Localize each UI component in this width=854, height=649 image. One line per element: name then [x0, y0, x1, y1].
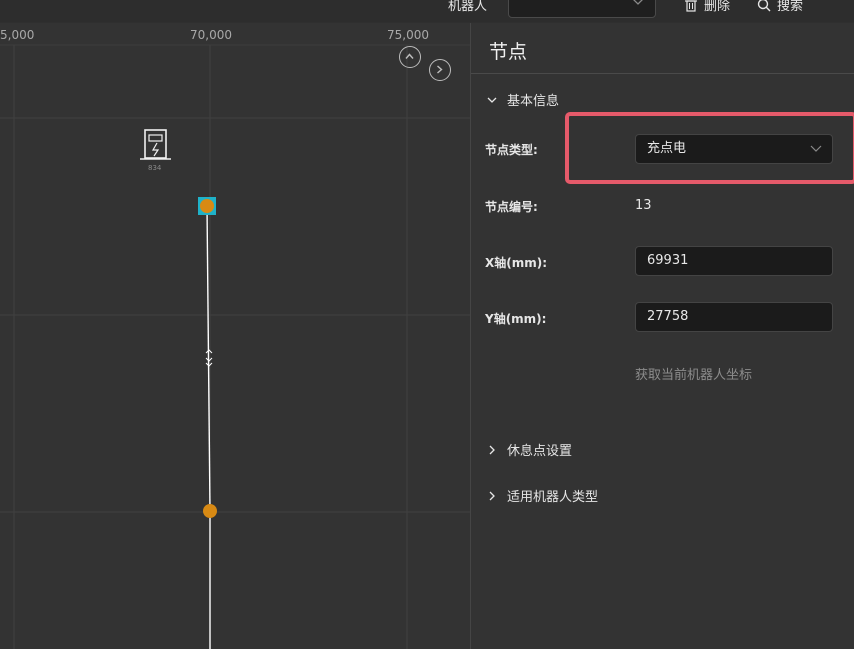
panel-title: 节点: [489, 41, 528, 63]
robot-type-label: 适用机器人类型: [507, 490, 599, 505]
selected-node[interactable]: [200, 199, 214, 213]
top-toolbar: 机器人 删除 搜索: [0, 0, 854, 22]
chevron-up-icon: [405, 53, 414, 59]
chevron-right-icon: [437, 65, 443, 74]
search-label: 搜索: [777, 0, 804, 14]
y-axis-label: Y轴(mm):: [485, 312, 547, 326]
node-id-label: 节点编号:: [485, 200, 538, 214]
charging-station-icon[interactable]: [140, 129, 171, 160]
rest-point-label: 休息点设置: [507, 444, 573, 459]
robot-type-toggle[interactable]: 适用机器人类型: [487, 486, 598, 505]
x-axis-label: X轴(mm):: [485, 256, 548, 270]
robot-label: 机器人: [448, 0, 488, 14]
chevron-right-icon: [489, 445, 495, 454]
map-canvas[interactable]: 5,000 70,000 75,000 834: [0, 23, 470, 649]
title-divider: [471, 73, 854, 74]
scroll-up-button[interactable]: [399, 46, 421, 68]
robot-select[interactable]: [508, 0, 656, 18]
trash-icon: [685, 0, 697, 12]
search-button[interactable]: 搜索: [757, 0, 803, 14]
basic-info-toggle[interactable]: 基本信息: [487, 90, 559, 109]
x-axis-value: 69931: [647, 253, 689, 268]
station-label: 834: [148, 164, 162, 172]
chevron-down-icon: [633, 0, 643, 5]
rest-point-toggle[interactable]: 休息点设置: [487, 440, 572, 459]
y-axis-value: 27758: [647, 309, 689, 324]
delete-button[interactable]: 删除: [684, 0, 730, 14]
map-drawing: [0, 44, 470, 649]
chevron-right-icon: [489, 491, 495, 500]
scroll-right-button[interactable]: [429, 59, 451, 81]
properties-panel: 节点 基本信息 节点类型: 充点电 节点编号: 13 X轴(mm): 69931…: [471, 23, 854, 649]
path-node[interactable]: [203, 504, 217, 518]
x-axis-input[interactable]: 69931: [635, 246, 833, 276]
basic-info-label: 基本信息: [507, 94, 560, 109]
node-id-value: 13: [635, 198, 652, 213]
y-axis-input[interactable]: 27758: [635, 302, 833, 332]
highlight-annotation: [565, 112, 854, 184]
search-icon: [757, 0, 771, 11]
get-robot-coords-link[interactable]: 获取当前机器人坐标: [635, 364, 752, 383]
delete-label: 删除: [704, 0, 731, 14]
chevron-down-icon: [487, 97, 497, 103]
node-type-label: 节点类型:: [485, 143, 538, 157]
